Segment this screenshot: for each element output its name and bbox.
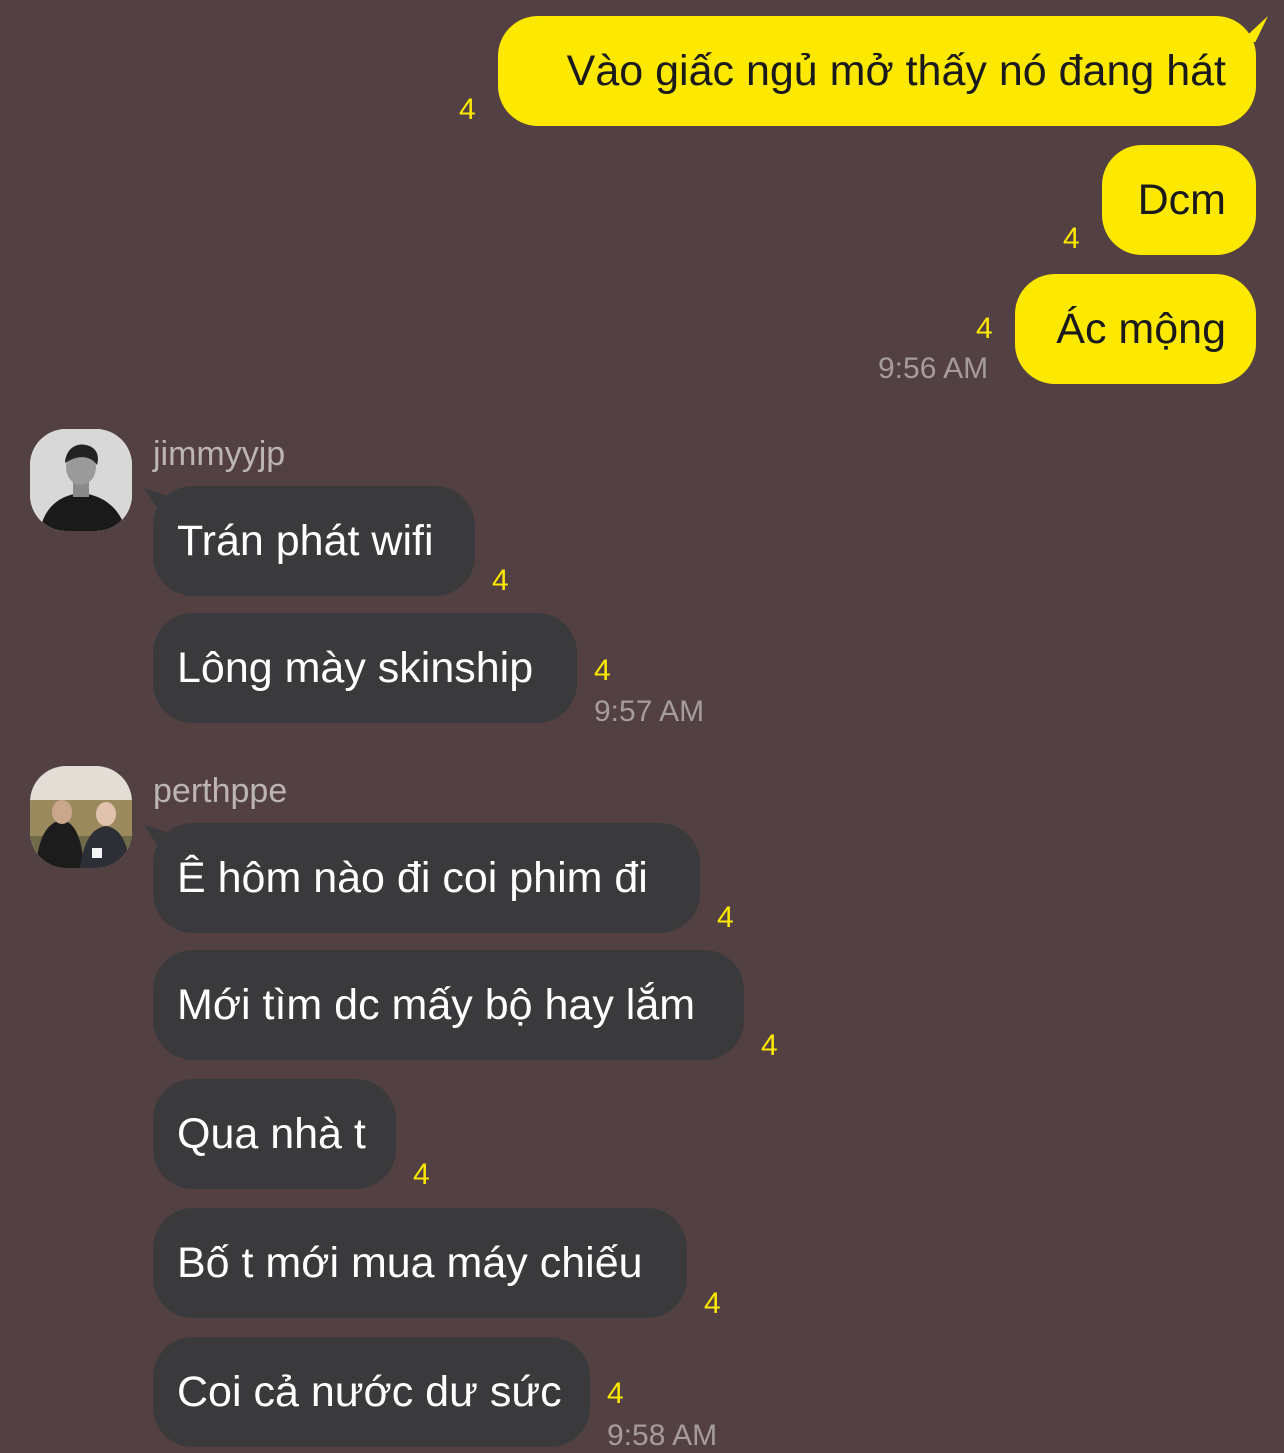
unread-count: 4: [704, 1287, 721, 1320]
unread-count: 4: [1063, 222, 1080, 255]
unread-count: 4: [607, 1377, 624, 1410]
profile-photo-icon: [30, 766, 132, 868]
profile-photo-icon: [30, 429, 132, 531]
incoming-message-bubble[interactable]: Mới tìm dc mấy bộ hay lắm: [153, 950, 744, 1060]
incoming-message-bubble[interactable]: Qua nhà t: [153, 1079, 396, 1189]
message-timestamp: 9:56 AM: [878, 352, 989, 385]
unread-count: 4: [594, 654, 611, 687]
message-timestamp: 9:57 AM: [594, 695, 705, 728]
unread-count: 4: [976, 312, 993, 345]
incoming-message-bubble[interactable]: Lông mày skinship: [153, 613, 577, 723]
outgoing-message-bubble[interactable]: Dcm: [1102, 145, 1256, 255]
sender-name: perthppe: [153, 772, 288, 810]
incoming-message-bubble[interactable]: Coi cả nước dư sức: [153, 1337, 590, 1447]
incoming-message-bubble[interactable]: Trán phát wifi: [153, 486, 475, 596]
incoming-message-bubble[interactable]: Bố t mới mua máy chiếu: [153, 1208, 687, 1318]
incoming-message-bubble[interactable]: Ê hôm nào đi coi phim đi: [153, 823, 700, 933]
sender-avatar[interactable]: [30, 429, 132, 531]
sender-name: jimmyyjp: [153, 435, 286, 473]
unread-count: 4: [761, 1029, 778, 1062]
unread-count: 4: [413, 1158, 430, 1191]
message-timestamp: 9:58 AM: [607, 1419, 718, 1452]
outgoing-message-bubble[interactable]: Vào giấc ngủ mở thấy nó đang hát: [498, 16, 1256, 126]
unread-count: 4: [492, 564, 509, 597]
outgoing-message-bubble[interactable]: Ác mộng: [1015, 274, 1256, 384]
sender-avatar[interactable]: [30, 766, 132, 868]
unread-count: 4: [717, 901, 734, 934]
unread-count: 4: [459, 93, 476, 126]
